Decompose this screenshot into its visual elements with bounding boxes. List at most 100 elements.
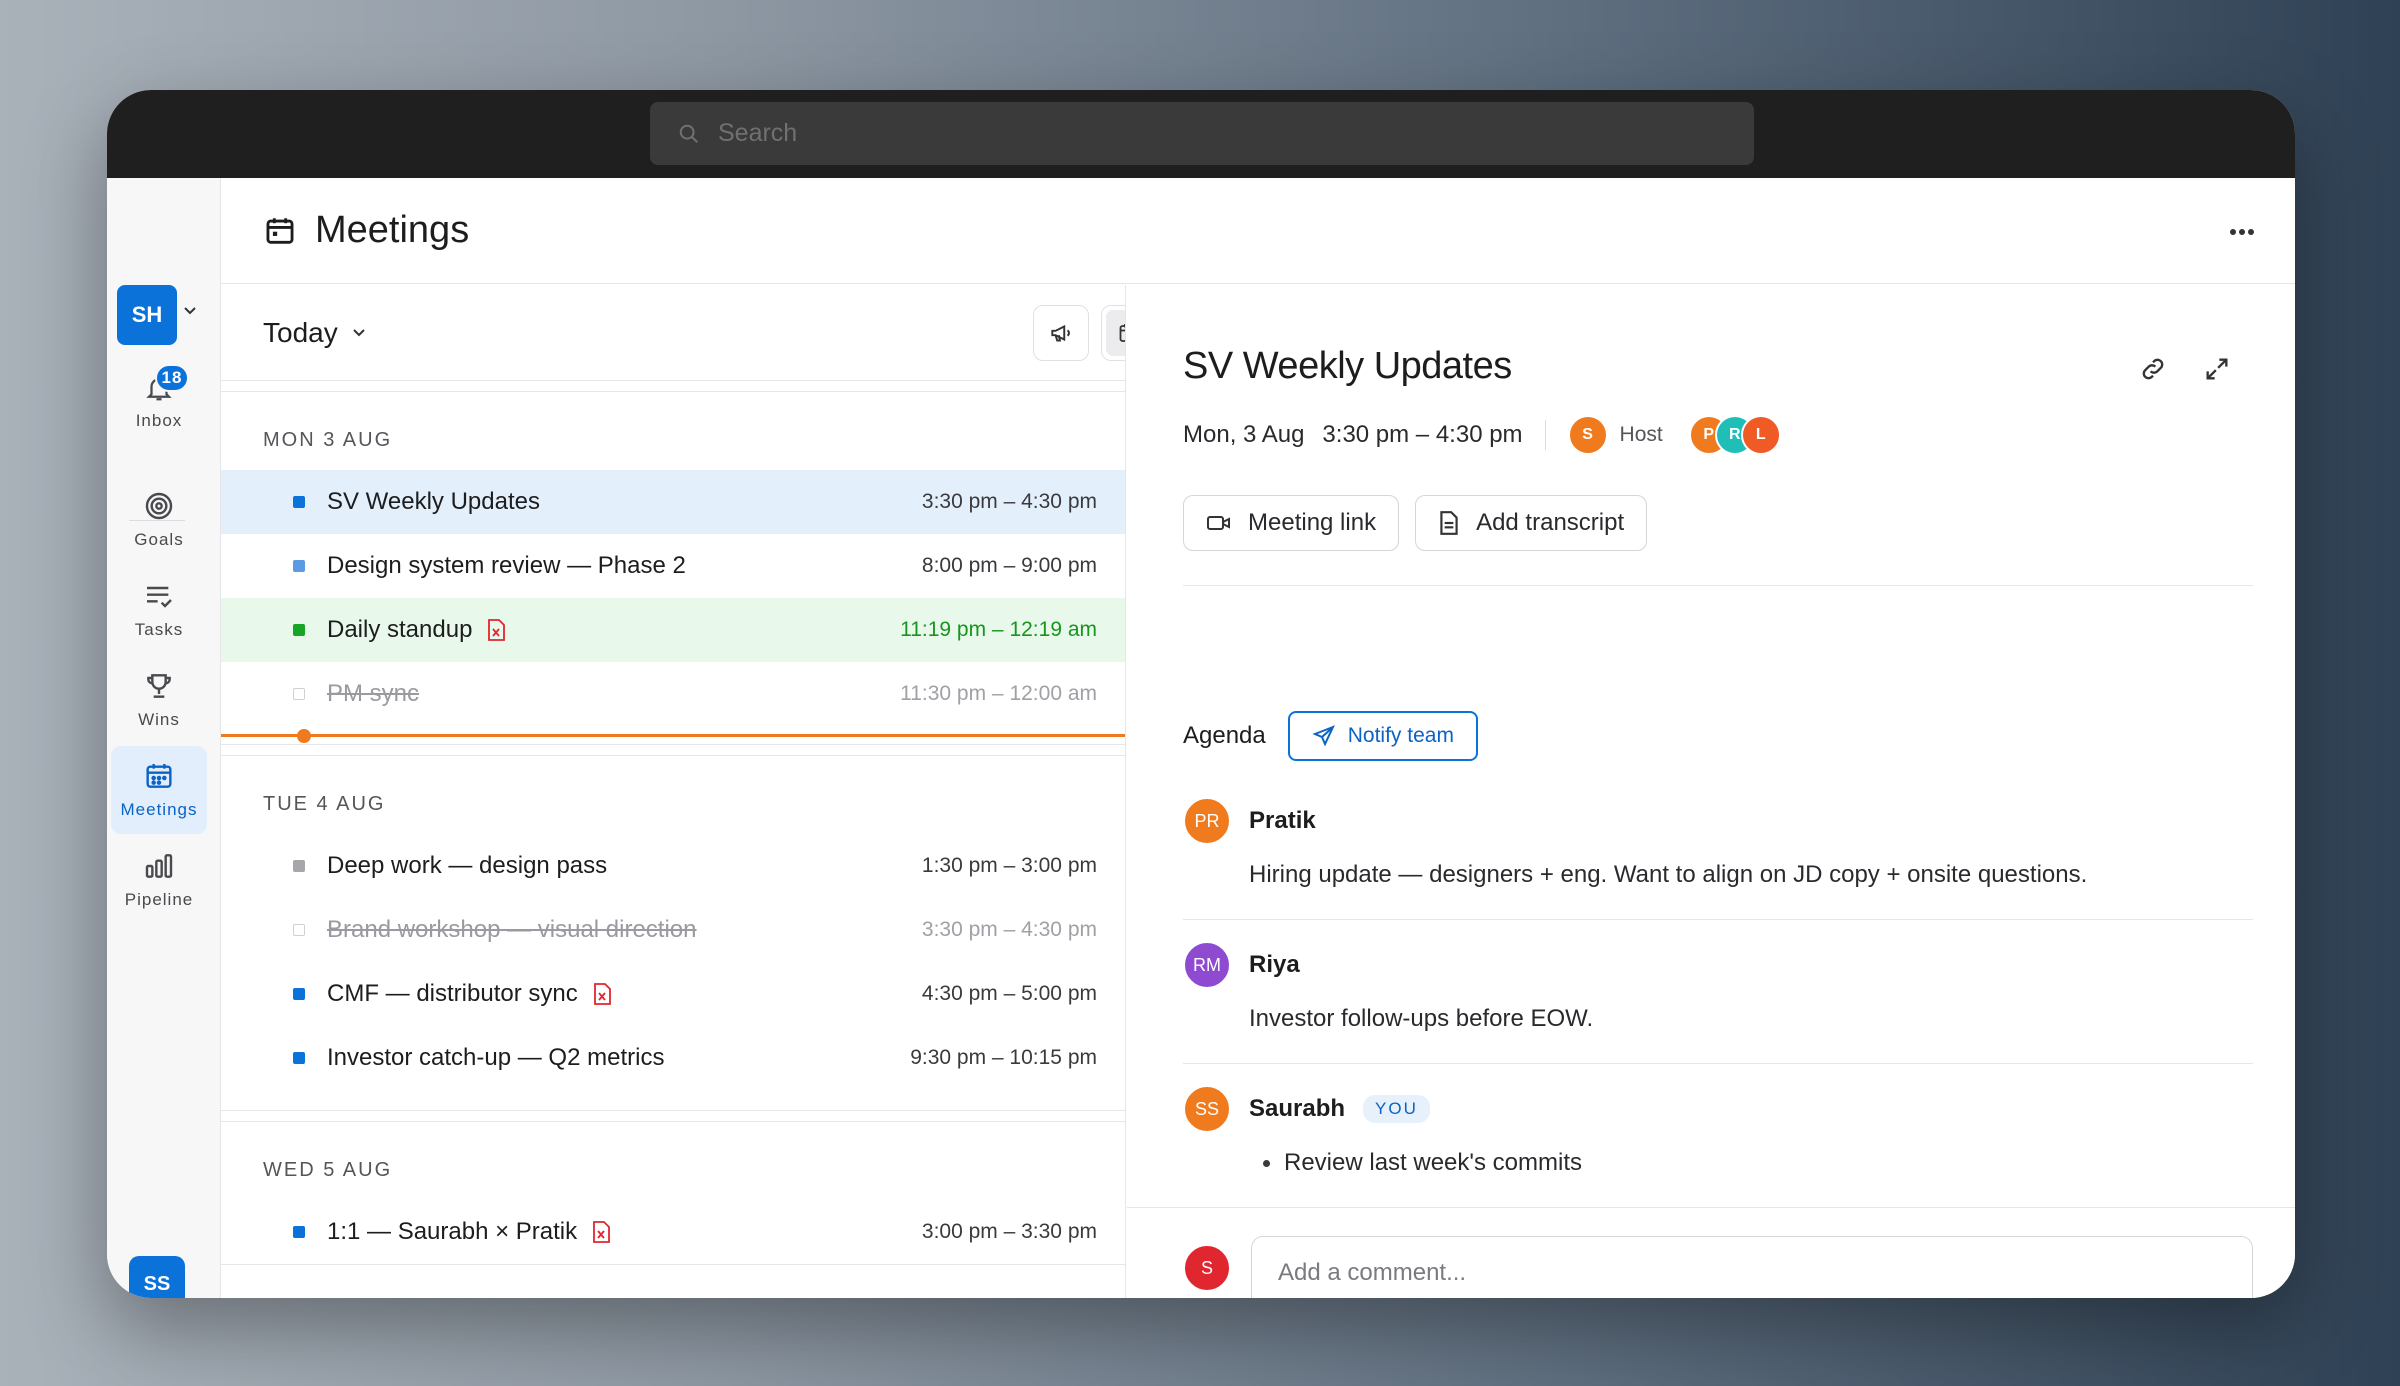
note-text: Hiring update — designers + eng. Want to… [1249, 861, 2088, 888]
link-icon[interactable] [2139, 355, 2167, 383]
meeting-row[interactable]: CMF — distributor sync 4:30 pm – 5:00 pm [221, 962, 1125, 1026]
meeting-time: 3:30 pm – 4:30 pm [921, 918, 1097, 941]
notify-team-button[interactable]: Notify team [1287, 711, 1478, 761]
meeting-time: 4:30 pm – 5:00 pm [921, 982, 1097, 1005]
meeting-title: CMF — distributor sync [327, 980, 578, 1007]
agenda-note: RM Riya Investor follow-ups before EOW. [1183, 941, 2253, 1064]
comment-placeholder: Add a comment... [1278, 1259, 1467, 1286]
meeting-time: 8:00 pm – 9:00 pm [921, 554, 1097, 577]
meeting-link-button[interactable]: Meeting link [1183, 495, 1400, 551]
calendar-icon [266, 217, 294, 244]
note-author-avatar: SS [1183, 1085, 1231, 1133]
search-icon [679, 124, 698, 143]
rail-item-tasks[interactable]: Tasks [111, 566, 207, 654]
you-badge: YOU [1363, 1095, 1430, 1123]
meeting-row[interactable]: SV Weekly Updates 3:30 pm – 4:30 pm [221, 470, 1125, 534]
view-toggle [1101, 305, 1125, 361]
more-options-icon[interactable] [2229, 228, 2255, 236]
pdf-file-icon [593, 983, 611, 1005]
meeting-title: Daily standup [327, 616, 473, 643]
divider [1183, 919, 2253, 920]
trophy-icon [147, 674, 171, 698]
calendar-icon [1119, 324, 1125, 342]
detail-actions [2139, 355, 2231, 383]
user-avatar[interactable]: SS [129, 1256, 185, 1298]
add-transcript-button[interactable]: Add transcript [1415, 495, 1648, 551]
note-bullet-text: Review last week's commits [1284, 1149, 1582, 1176]
rail-item-pipeline[interactable]: Pipeline [111, 836, 207, 924]
search-input[interactable]: Search [650, 102, 1754, 165]
chevron-down-icon[interactable] [183, 306, 197, 316]
date-range-label: Today [263, 316, 338, 348]
meeting-title: Deep work — design pass [327, 852, 608, 879]
meeting-row[interactable]: Brand workshop — visual direction 3:30 p… [221, 898, 1125, 962]
current-time-indicator [221, 726, 1125, 744]
rail-item-meetings[interactable]: Meetings [111, 746, 207, 834]
video-camera-icon [1207, 516, 1230, 530]
meeting-detail-pane: SV Weekly Updates Mon, 3 Aug 3:30 pm – 4… [1127, 285, 2295, 1298]
divider [1183, 585, 2253, 586]
meeting-time: 3:00 pm – 3:30 pm [921, 1220, 1097, 1243]
meeting-row[interactable]: 1:1 — Saurabh × Pratik 3:00 pm – 3:30 pm [221, 1200, 1125, 1264]
note-author-avatar: RM [1183, 941, 1231, 989]
meeting-title: Brand workshop — visual direction [327, 916, 697, 943]
meeting-date: Mon, 3 Aug [1183, 421, 1305, 448]
comment-bar: S Add a comment... [1127, 1207, 2295, 1298]
meeting-row[interactable]: Deep work — design pass 1:30 pm – 3:00 p… [221, 834, 1125, 898]
inbox-badge: 18 [155, 364, 189, 392]
attendee-avatars[interactable]: P R L [1688, 415, 1781, 455]
send-icon [1312, 725, 1335, 747]
calendar-view-button[interactable] [1106, 310, 1125, 356]
rail-item-inbox[interactable]: 18 Inbox [111, 358, 207, 446]
meeting-row[interactable]: Daily standup 11:19 pm – 12:19 am [221, 598, 1125, 662]
add-transcript-label: Add transcript [1476, 509, 1625, 536]
meeting-row[interactable]: PM sync 11:30 pm – 12:00 am [221, 662, 1125, 726]
agenda-note: SS Saurabh YOU Review last week's commit… [1183, 1085, 2253, 1177]
comment-input[interactable]: Add a comment... [1251, 1236, 2253, 1298]
meeting-title: Design system review — Phase 2 [327, 552, 686, 579]
rail-label-tasks: Tasks [134, 620, 184, 639]
meeting-time: 11:19 pm – 12:19 am [900, 618, 1097, 641]
meeting-row[interactable]: Investor catch-up — Q2 metrics 9:30 pm –… [221, 1026, 1125, 1090]
day-label: TUE 4 AUG [263, 793, 386, 815]
meeting-list-pane: Today MON 3 AUG SV Weekly Updates 3:30 p [221, 285, 1126, 1298]
megaphone-icon [1051, 324, 1070, 342]
meeting-title: 1:1 — Saurabh × Pratik [327, 1218, 578, 1245]
note-author-avatar: PR [1183, 797, 1231, 845]
chevron-down-icon [353, 328, 365, 336]
meeting-color-dot [293, 496, 305, 508]
day-section: TUE 4 AUG Deep work — design pass 1:30 p… [221, 755, 1125, 1111]
meeting-color-dot [293, 988, 305, 1000]
expand-icon[interactable] [2203, 355, 2231, 383]
agenda-header: Agenda Notify team [1183, 711, 1478, 761]
meeting-row[interactable]: Design system review — Phase 2 8:00 pm –… [221, 534, 1125, 598]
meeting-detail-title: SV Weekly Updates [1183, 345, 1512, 387]
day-label: MON 3 AUG [263, 429, 393, 451]
page-title: Meetings [315, 209, 470, 251]
rail-label-meetings: Meetings [120, 800, 198, 819]
note-author-name: Riya [1249, 951, 1300, 978]
meeting-color-dot [293, 1226, 305, 1238]
note-author-name: Saurabh [1249, 1095, 1346, 1122]
workspace-avatar[interactable]: SH [117, 285, 177, 345]
target-icon [145, 492, 173, 520]
day-label: WED 5 AUG [263, 1159, 393, 1181]
detail-buttons: Meeting link Add transcript [1183, 495, 1648, 551]
meeting-title: Investor catch-up — Q2 metrics [327, 1044, 665, 1071]
bar-chart-icon [145, 854, 173, 878]
date-range-dropdown[interactable]: Today [263, 317, 366, 349]
meeting-time-range: 3:30 pm – 4:30 pm [1322, 421, 1523, 448]
agenda-label: Agenda [1183, 722, 1266, 749]
divider [1544, 420, 1546, 450]
announce-button[interactable] [1033, 305, 1089, 361]
meeting-link-label: Meeting link [1248, 509, 1377, 536]
meeting-time: 3:30 pm – 4:30 pm [921, 490, 1097, 513]
meeting-color-dot [293, 860, 305, 872]
calendar-icon [146, 764, 172, 788]
pdf-file-icon [593, 1221, 611, 1243]
host-avatar[interactable]: S [1567, 415, 1608, 455]
rail-item-wins[interactable]: Wins [111, 656, 207, 744]
meeting-color-dot [293, 560, 305, 572]
page-header: Meetings [221, 178, 2295, 284]
rail-item-goals[interactable]: Goals [111, 476, 207, 564]
